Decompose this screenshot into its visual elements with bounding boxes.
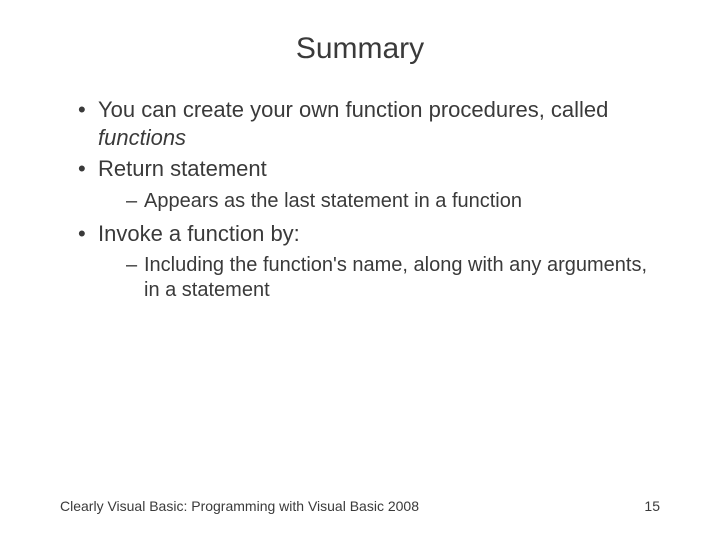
list-item: Appears as the last statement in a funct… bbox=[126, 189, 660, 214]
footer-source: Clearly Visual Basic: Programming with V… bbox=[60, 498, 419, 514]
bullet-text: Invoke a function by: bbox=[98, 221, 300, 246]
bullet-text: You can create your own function procedu… bbox=[98, 97, 608, 122]
footer-page-number: 15 bbox=[644, 498, 660, 514]
bullet-text: Return statement bbox=[98, 156, 267, 181]
sub-bullet-list: Appears as the last statement in a funct… bbox=[98, 189, 660, 214]
bullet-text: Including the function's name, along wit… bbox=[144, 254, 647, 301]
sub-bullet-list: Including the function's name, along wit… bbox=[98, 253, 660, 303]
list-item: Including the function's name, along wit… bbox=[126, 253, 660, 303]
slide-footer: Clearly Visual Basic: Programming with V… bbox=[60, 498, 660, 514]
bullet-text-emphasis: functions bbox=[98, 125, 186, 150]
bullet-text: Appears as the last statement in a funct… bbox=[144, 190, 522, 212]
bullet-list: You can create your own function procedu… bbox=[60, 96, 660, 303]
list-item: You can create your own function procedu… bbox=[78, 96, 660, 151]
list-item: Return statement Appears as the last sta… bbox=[78, 155, 660, 214]
slide: Summary You can create your own function… bbox=[0, 0, 720, 540]
list-item: Invoke a function by: Including the func… bbox=[78, 220, 660, 304]
slide-title: Summary bbox=[60, 32, 660, 66]
